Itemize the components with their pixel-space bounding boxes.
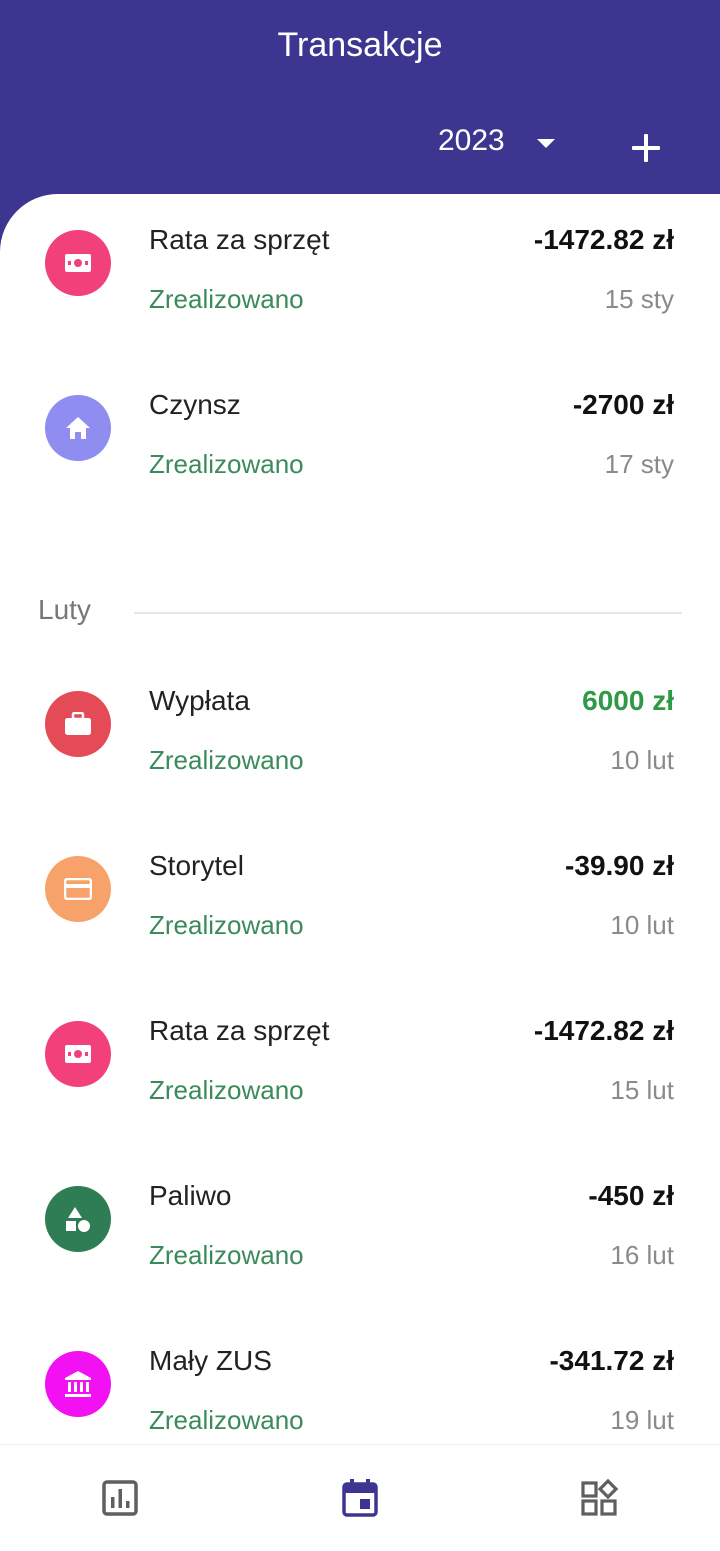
calendar-icon [342,1479,378,1517]
transaction-item[interactable]: Wypłata Zrealizowano 6000 zł 10 lut [0,655,720,820]
transaction-date: 10 lut [610,910,674,940]
home-icon [45,395,111,461]
transaction-status: Zrealizowano [149,1240,304,1270]
page-title: Transakcje [277,26,443,64]
credit-card-icon [45,856,111,922]
year-dropdown[interactable]: 2023 [438,124,555,158]
transaction-item[interactable]: Storytel Zrealizowano -39.90 zł 10 lut [0,820,720,985]
transaction-item[interactable]: Mały ZUS Zrealizowano -341.72 zł 19 lut [0,1315,720,1444]
transaction-status: Zrealizowano [149,1405,304,1435]
transaction-amount: 6000 zł [582,685,674,716]
transaction-date: 19 lut [610,1405,674,1435]
transaction-item[interactable]: Rata za sprzęt Zrealizowano -1472.82 zł … [0,194,720,359]
app-header: Transakcje 2023 [0,0,720,200]
transaction-status: Zrealizowano [149,1075,304,1105]
month-divider [134,612,682,614]
nav-transactions[interactable] [240,1445,480,1551]
transaction-item[interactable]: Paliwo Zrealizowano -450 zł 16 lut [0,1150,720,1315]
transaction-amount: -39.90 zł [565,850,674,881]
transaction-date: 15 lut [610,1075,674,1105]
plus-icon-stem [644,134,648,162]
category-icon [45,1186,111,1252]
transaction-date: 10 lut [610,745,674,775]
briefcase-icon [45,691,111,757]
transaction-name: Czynsz [149,389,241,420]
cash-icon [45,230,111,296]
bank-icon [45,1351,111,1417]
transaction-date: 15 sty [604,284,674,314]
transaction-amount: -341.72 zł [549,1345,674,1376]
transaction-status: Zrealizowano [149,449,304,479]
transaction-name: Rata za sprzęt [149,1015,330,1046]
transaction-status: Zrealizowano [149,745,304,775]
month-label: Luty [38,594,91,625]
transaction-name: Rata za sprzęt [149,224,330,255]
chart-icon [102,1480,138,1516]
transaction-name: Paliwo [149,1180,232,1211]
transaction-item[interactable]: Rata za sprzęt Zrealizowano -1472.82 zł … [0,985,720,1150]
month-header: Luty [0,594,720,634]
add-button[interactable] [622,124,670,172]
transaction-amount: -2700 zł [572,389,674,420]
transaction-status: Zrealizowano [149,910,304,940]
transaction-item[interactable]: Czynsz Zrealizowano -2700 zł 17 sty [0,359,720,524]
transaction-amount: -1472.82 zł [533,1015,674,1046]
year-value: 2023 [438,124,505,157]
transaction-name: Wypłata [149,685,250,716]
bottom-navigation [0,1444,720,1551]
transaction-status: Zrealizowano [149,284,304,314]
transaction-amount: -450 zł [588,1180,674,1211]
chevron-down-icon [536,138,555,148]
nav-categories[interactable] [480,1445,720,1551]
transaction-name: Mały ZUS [149,1345,272,1376]
cash-icon [45,1021,111,1087]
transaction-amount: -1472.82 zł [533,224,674,255]
nav-statistics[interactable] [0,1445,240,1551]
transaction-date: 17 sty [604,449,674,479]
transaction-date: 16 lut [610,1240,674,1270]
categories-icon [581,1479,619,1517]
transactions-sheet[interactable]: Rata za sprzęt Zrealizowano -1472.82 zł … [0,194,720,1444]
transaction-name: Storytel [149,850,244,881]
